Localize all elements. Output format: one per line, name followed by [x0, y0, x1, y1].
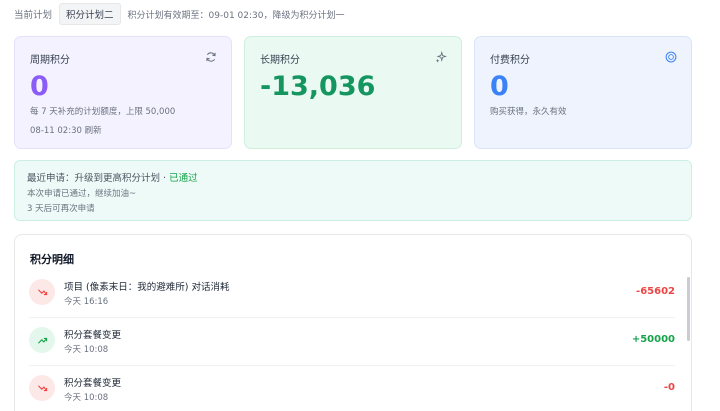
transaction-title: 项目 (像素末日：我的避难所) 对话消耗	[64, 282, 230, 293]
transaction-time: 今天 16:16	[64, 297, 109, 307]
trend-down-icon	[29, 279, 55, 305]
trend-up-icon	[29, 327, 55, 353]
points-detail-panel: 积分明细 项目 (像素末日：我的避难所) 对话消耗 今天 16:16 -6560…	[14, 234, 692, 411]
transaction-title: 积分套餐变更	[64, 378, 122, 389]
periodic-points-label: 周期积分	[30, 55, 70, 66]
transaction-row[interactable]: 积分套餐变更 今天 10:08 +50000	[29, 318, 675, 366]
application-message: 本次申请已通过，继续加油~	[27, 189, 137, 199]
periodic-refresh-time: 08-11 02:30 刷新	[30, 126, 102, 136]
paid-points-description: 购买获得，永久有效	[490, 107, 567, 117]
paid-points-value: 0	[490, 71, 509, 102]
transaction-title: 积分套餐变更	[64, 330, 122, 341]
transaction-row[interactable]: 项目 (像素末日：我的避难所) 对话消耗 今天 16:16 -65602	[29, 270, 675, 318]
longterm-points-card: 长期积分 -13,036	[244, 36, 462, 149]
transaction-amount: -0	[663, 382, 675, 393]
periodic-points-value: 0	[30, 71, 49, 102]
sparkle-icon	[435, 51, 447, 63]
application-summary: 最近申请：升级到更高积分计划 · 已通过	[27, 170, 679, 184]
transaction-time: 今天 10:08	[64, 393, 109, 403]
application-cooldown: 3 天后可再次申请	[27, 204, 95, 214]
longterm-points-label: 长期积分	[260, 55, 300, 66]
paid-points-card: 付费积分 0 购买获得，永久有效	[474, 36, 692, 149]
refresh-icon[interactable]	[205, 51, 217, 63]
longterm-points-value: -13,036	[260, 71, 376, 102]
transaction-time: 今天 10:08	[64, 345, 109, 355]
points-detail-title: 积分明细	[30, 253, 74, 266]
application-status: 已通过	[169, 173, 198, 184]
current-plan-label: 当前计划	[14, 10, 53, 21]
plan-validity-text: 积分计划有效期至：09-01 02:30，降级为积分计划一	[127, 10, 345, 21]
periodic-points-card: 周期积分 0 每 7 天补充的计划额度，上限 50,000 08-11 02:3…	[14, 36, 232, 149]
periodic-points-description: 每 7 天补充的计划额度，上限 50,000	[30, 107, 176, 117]
plan-bar: 当前计划 积分计划二 积分计划有效期至：09-01 02:30，降级为积分计划一	[14, 3, 345, 25]
application-prefix: 最近申请：升级到更高积分计划 ·	[27, 173, 170, 184]
transaction-amount: +50000	[631, 334, 675, 345]
transaction-row[interactable]: 积分套餐变更 今天 10:08 -0	[29, 366, 675, 411]
plan-badge[interactable]: 积分计划二	[59, 3, 121, 25]
paid-points-label: 付费积分	[490, 55, 530, 66]
coin-icon	[665, 51, 677, 63]
transaction-amount: -65602	[636, 286, 675, 297]
trend-down-icon	[29, 375, 55, 401]
scrollbar[interactable]	[687, 277, 690, 341]
application-status-box: 最近申请：升级到更高积分计划 · 已通过 本次申请已通过，继续加油~ 3 天后可…	[14, 160, 692, 221]
